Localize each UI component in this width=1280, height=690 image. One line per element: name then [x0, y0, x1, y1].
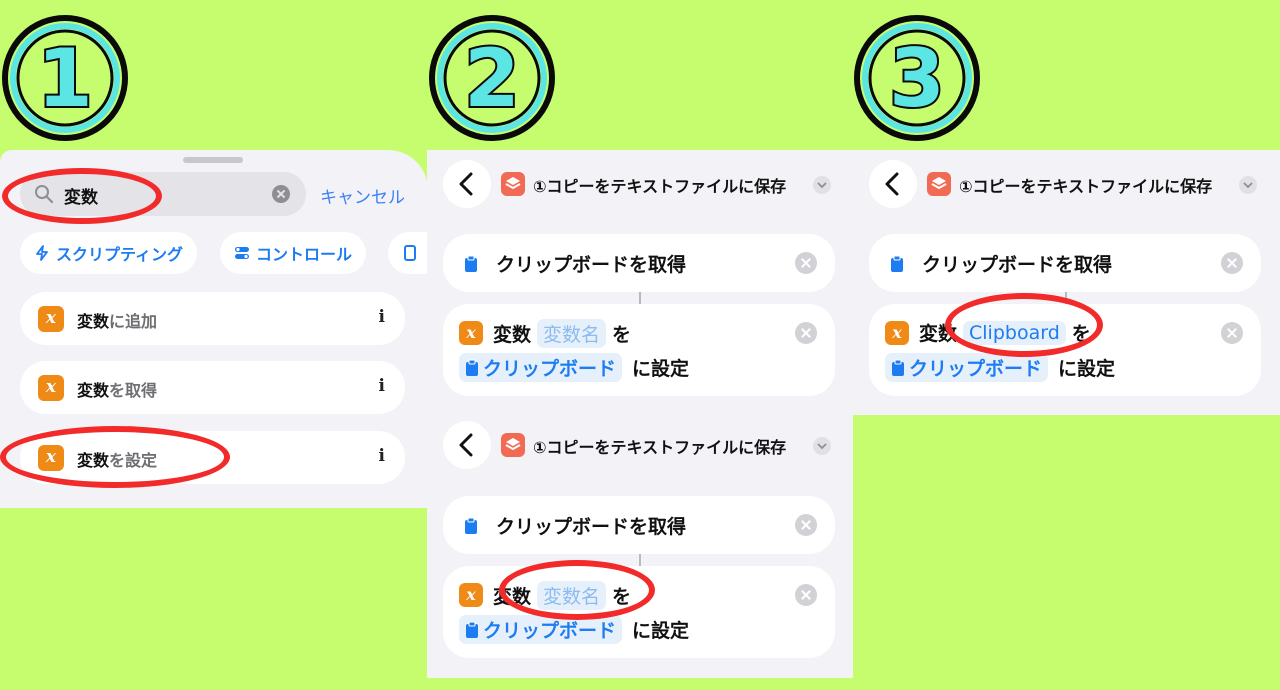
action-label: クリップボードを取得: [922, 254, 1113, 276]
remove-action-icon[interactable]: [795, 252, 817, 274]
shortcut-header: ①コピーをテキストファイルに保存: [443, 160, 843, 212]
shortcut-title[interactable]: ①コピーをテキストファイルに保存: [533, 434, 786, 458]
action-set-variable[interactable]: x 変数 変数名 を クリップボード に設定: [443, 304, 835, 396]
chevron-left-icon: [459, 172, 473, 196]
info-icon[interactable]: i: [379, 446, 385, 466]
shortcut-icon: [501, 433, 525, 457]
scripting-icon: [36, 245, 48, 261]
shortcut-header: ①コピーをテキストファイルに保存: [869, 160, 1269, 212]
remove-action-icon[interactable]: [795, 514, 817, 536]
svg-text:2: 2: [464, 32, 520, 125]
chip-scripting[interactable]: スクリプティング: [20, 232, 198, 274]
sheet-grabber[interactable]: [183, 157, 243, 163]
variable-icon: x: [38, 306, 64, 332]
remove-action-icon[interactable]: [795, 584, 817, 606]
clipboard-icon: [465, 517, 477, 534]
clipboard-icon: [466, 359, 478, 376]
remove-action-icon[interactable]: [795, 322, 817, 344]
highlight-set-variable-ellipse: [0, 426, 230, 488]
device-icon: [404, 245, 416, 261]
variable-name-token[interactable]: 変数名: [537, 319, 607, 348]
chip-label: スクリプティング: [56, 245, 184, 264]
step-number-1: 1: [0, 13, 130, 143]
step-number-2: 2: [427, 13, 557, 143]
set-variable-line2: クリップボード に設定: [885, 353, 1115, 382]
back-button[interactable]: [869, 160, 917, 208]
highlight-variable-name-ellipse: [499, 560, 655, 620]
chevron-down-icon[interactable]: [813, 176, 831, 194]
variable-icon: x: [38, 375, 64, 401]
variable-icon: x: [885, 321, 909, 345]
clear-search-icon[interactable]: [272, 185, 290, 203]
action-label: 変数を取得: [77, 381, 158, 400]
clipboard-token[interactable]: クリップボード: [459, 615, 623, 644]
chip-control[interactable]: コントロール: [220, 232, 367, 274]
action-label: クリップボードを取得: [496, 516, 687, 538]
chevron-left-icon: [459, 433, 473, 457]
clipboard-token[interactable]: クリップボード: [885, 353, 1049, 382]
cancel-button[interactable]: キャンセル: [320, 183, 405, 208]
shortcut-title[interactable]: ①コピーをテキストファイルに保存: [959, 173, 1212, 197]
clipboard-icon: [892, 359, 904, 376]
action-get-clipboard[interactable]: クリップボードを取得: [869, 234, 1261, 292]
variable-icon: x: [459, 321, 483, 345]
chip-label: コントロール: [256, 245, 353, 264]
control-icon: [235, 247, 249, 259]
svg-text:1: 1: [37, 32, 93, 125]
svg-text:3: 3: [889, 32, 945, 125]
clipboard-token[interactable]: クリップボード: [459, 353, 623, 382]
chevron-left-icon: [885, 172, 899, 196]
chevron-down-icon[interactable]: [813, 437, 831, 455]
action-get-clipboard[interactable]: クリップボードを取得: [443, 496, 835, 554]
shortcut-header: ①コピーをテキストファイルに保存: [443, 421, 843, 473]
remove-action-icon[interactable]: [1221, 322, 1243, 344]
shortcut-editor-step2: ①コピーをテキストファイルに保存 クリップボードを取得 x 変数 変数名 を ク…: [427, 150, 853, 678]
shortcut-editor-step3: ①コピーをテキストファイルに保存 クリップボードを取得 x 変数 Clipboa…: [853, 150, 1280, 415]
set-variable-line2: クリップボード に設定: [459, 353, 689, 382]
info-icon[interactable]: i: [379, 307, 385, 327]
action-get-variable[interactable]: x 変数を取得 i: [20, 361, 405, 414]
remove-action-icon[interactable]: [1221, 252, 1243, 274]
highlight-clipboard-name-ellipse: [945, 293, 1103, 357]
clipboard-icon: [466, 621, 478, 638]
chip-device[interactable]: [388, 232, 428, 274]
back-button[interactable]: [443, 421, 491, 469]
variable-icon: x: [459, 583, 483, 607]
chevron-down-icon[interactable]: [1239, 176, 1257, 194]
action-label: 変数に追加: [77, 312, 158, 331]
highlight-search-ellipse: [2, 168, 162, 224]
clipboard-icon: [891, 255, 903, 272]
shortcut-title[interactable]: ①コピーをテキストファイルに保存: [533, 173, 786, 197]
action-get-clipboard[interactable]: クリップボードを取得: [443, 234, 835, 292]
action-search-sheet: 変数 キャンセル スクリプティング コントロール x 変数に追加 i x 変数を…: [0, 150, 428, 508]
clipboard-icon: [465, 255, 477, 272]
shortcut-icon: [927, 172, 951, 196]
info-icon[interactable]: i: [379, 376, 385, 396]
back-button[interactable]: [443, 160, 491, 208]
shortcut-icon: [501, 172, 525, 196]
set-variable-line1: 変数 変数名 を: [493, 319, 631, 348]
action-label: クリップボードを取得: [496, 254, 687, 276]
step-number-3: 3: [852, 13, 982, 143]
action-add-to-variable[interactable]: x 変数に追加 i: [20, 292, 405, 345]
